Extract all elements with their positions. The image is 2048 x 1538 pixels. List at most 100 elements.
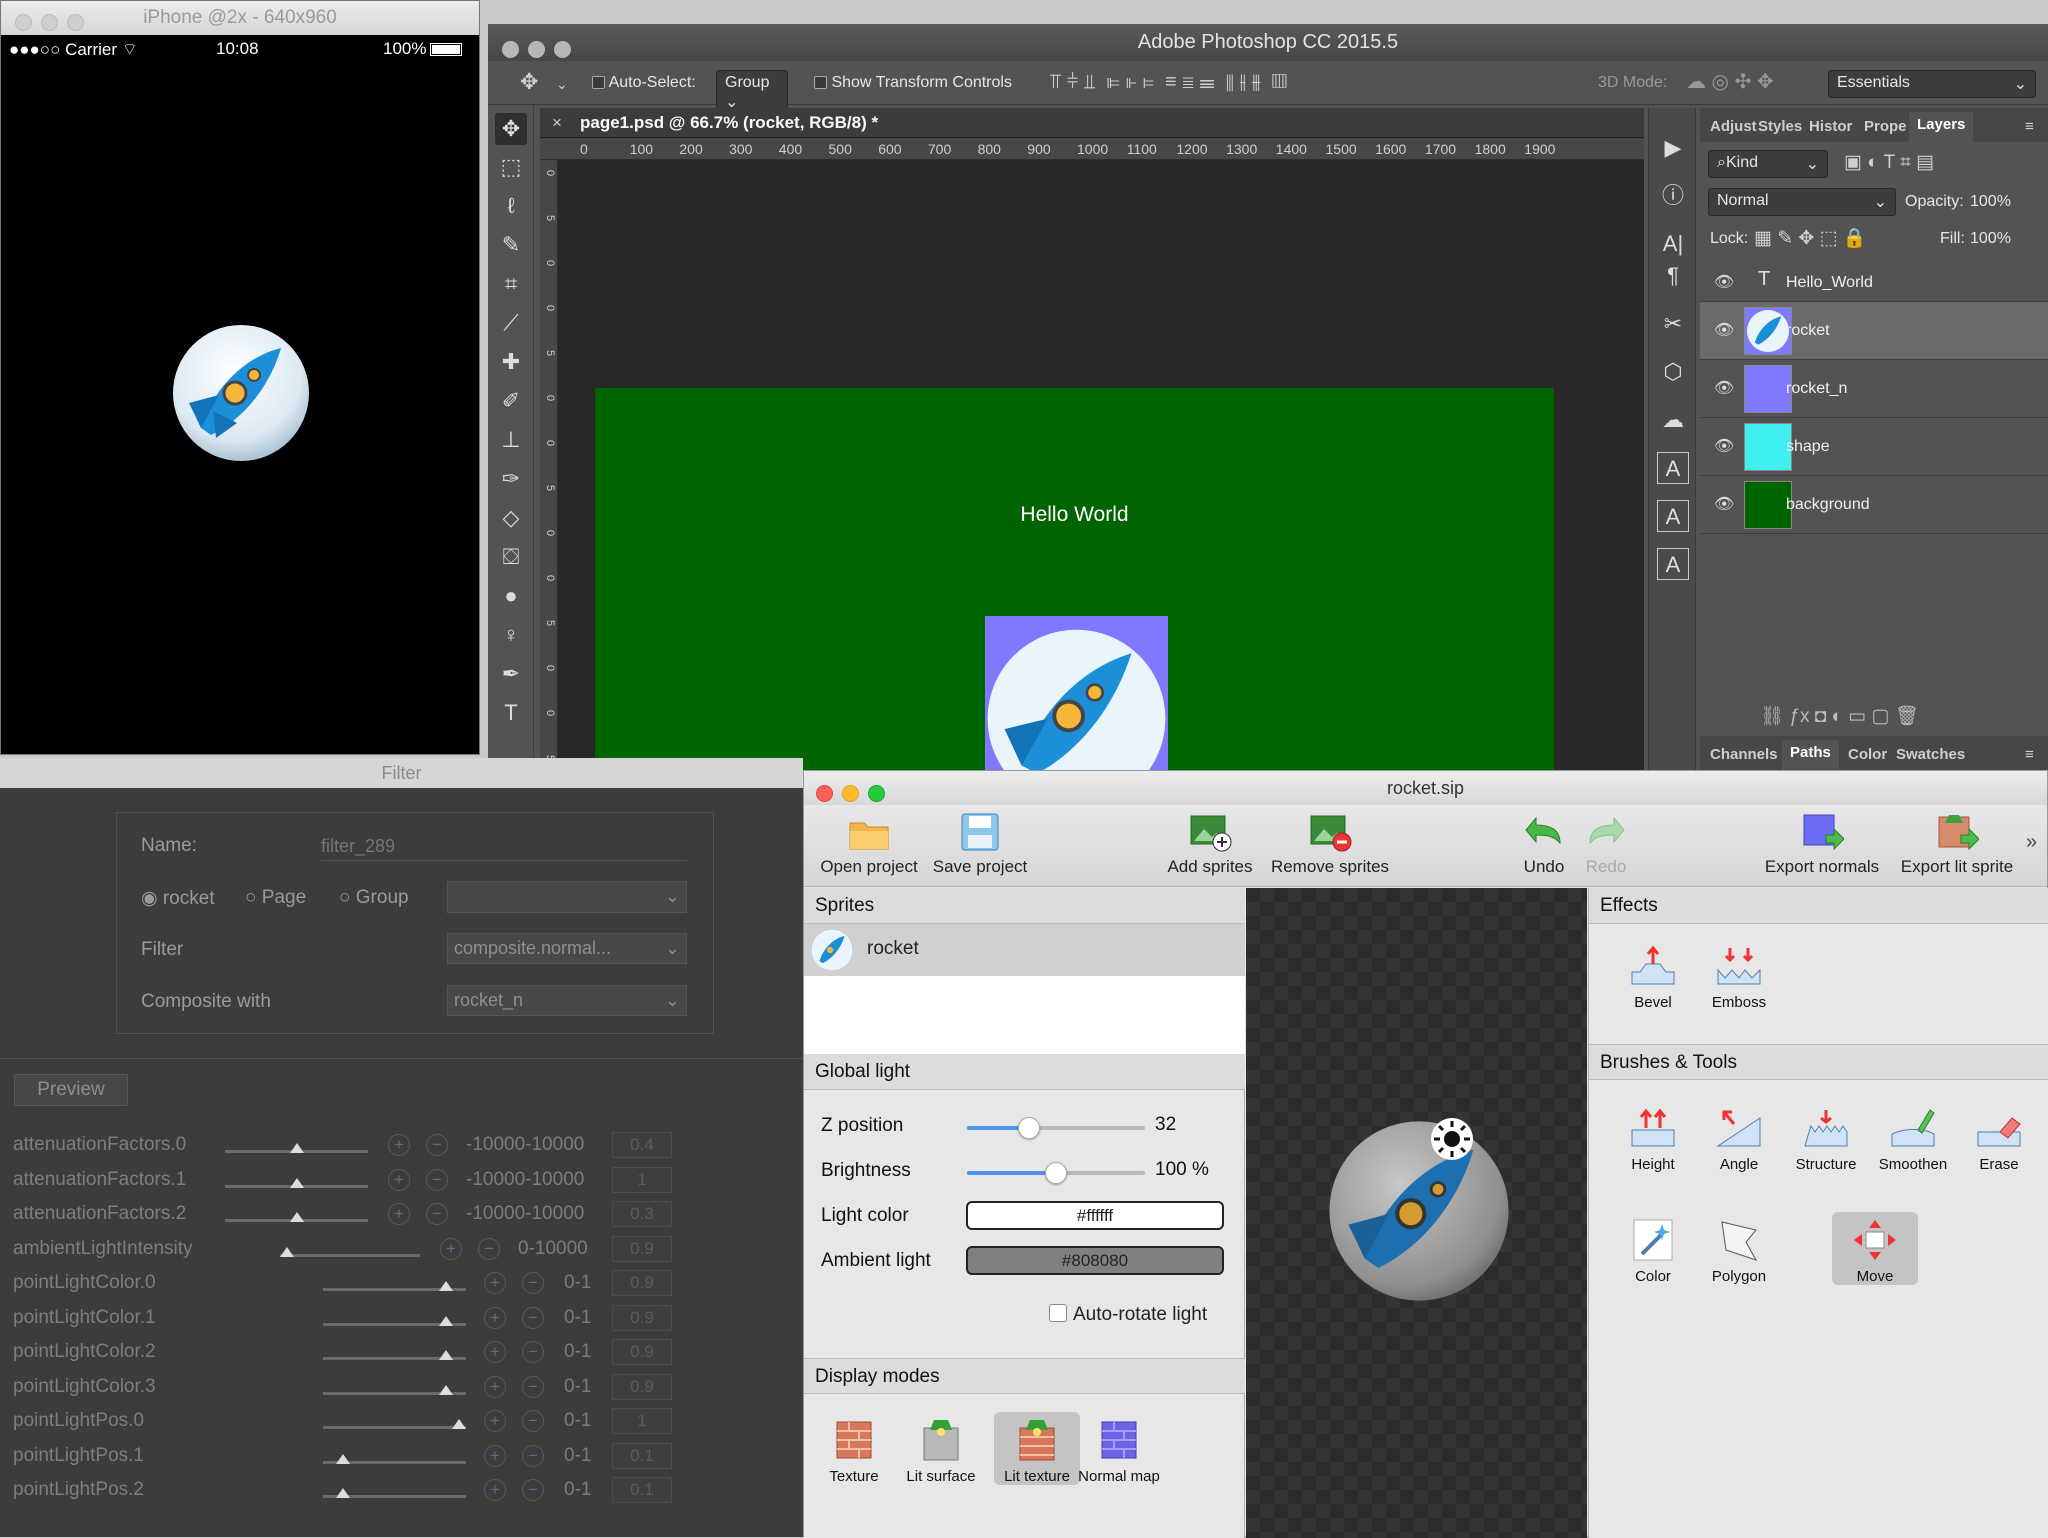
layer-row-rocket-n[interactable]: 👁 rocket_n	[1700, 360, 2048, 418]
structure-brush-button[interactable]: Structure	[1783, 1106, 1869, 1173]
tab-paths[interactable]: Paths	[1782, 740, 1839, 770]
layer-row-background[interactable]: 👁 background	[1700, 476, 2048, 534]
param-value-field[interactable]: 0.4	[612, 1132, 672, 1158]
quick-select-tool-icon[interactable]: ✎	[495, 229, 527, 261]
eye-icon[interactable]: 👁	[1714, 320, 1734, 340]
param-value-field[interactable]: 0.3	[612, 1201, 672, 1227]
param-value-field[interactable]: 0.9	[612, 1373, 672, 1400]
undo-button[interactable]: Undo	[1514, 811, 1574, 877]
paragraph-style-icon[interactable]: A	[1657, 500, 1689, 532]
pen-tool-icon[interactable]: ✒	[495, 658, 527, 690]
dodge-tool-icon[interactable]: ♀	[495, 619, 527, 651]
show-transform-checkbox[interactable]: Show Transform Controls	[814, 74, 1012, 92]
align-icons[interactable]: ⫪ ⫩ ⫫ ⊫ ⊩ ⊨ ≡ ≣ ☰ ⫴ ⫲ ⫵ ▥	[1050, 71, 1287, 93]
3d-icon[interactable]: ⬡	[1657, 356, 1689, 388]
slider-thumb[interactable]	[439, 1350, 454, 1360]
erase-brush-button[interactable]: Erase	[1956, 1106, 2042, 1173]
kind-filter-dropdown[interactable]: ⌕Kind ⌄	[1708, 150, 1828, 178]
param-slider[interactable]	[323, 1350, 466, 1360]
slider-thumb[interactable]	[289, 1143, 304, 1153]
emboss-effect-button[interactable]: Emboss	[1696, 944, 1782, 1011]
sprite-list-item[interactable]: rocket	[804, 924, 1245, 976]
plus-icon[interactable]: +	[440, 1237, 462, 1260]
layer-row-hello-world[interactable]: 👁 T Hello_World	[1700, 262, 2048, 302]
save-project-button[interactable]: Save project	[928, 811, 1032, 877]
tab-styles[interactable]: Styles	[1758, 118, 1802, 135]
param-slider[interactable]	[323, 1281, 466, 1291]
workspace-dropdown[interactable]: Essentials ⌄	[1828, 70, 2036, 98]
slider-thumb[interactable]	[335, 1453, 350, 1464]
slider-thumb[interactable]	[439, 1281, 454, 1291]
slider-thumb[interactable]	[439, 1384, 454, 1395]
healing-tool-icon[interactable]: ✚	[495, 346, 527, 378]
plus-icon[interactable]: +	[484, 1306, 506, 1329]
remove-sprites-button[interactable]: Remove sprites	[1264, 811, 1396, 877]
plus-icon[interactable]: +	[484, 1341, 506, 1363]
panel-menu-icon[interactable]: ≡	[2025, 118, 2034, 135]
close-button[interactable]	[816, 785, 833, 802]
plus-icon[interactable]: +	[484, 1375, 506, 1398]
glyphs-icon[interactable]: A	[1657, 548, 1689, 580]
param-slider[interactable]	[323, 1453, 466, 1464]
eye-icon[interactable]: 👁	[1714, 272, 1734, 292]
lock-icons[interactable]: ▦ ✎ ✥ ⬚ 🔒	[1754, 228, 1867, 250]
scope-rocket-radio[interactable]: ◉ rocket	[141, 887, 215, 910]
plus-icon[interactable]: +	[484, 1410, 506, 1432]
display-mode-texture[interactable]: Texture	[811, 1418, 897, 1485]
minus-icon[interactable]: −	[522, 1479, 544, 1501]
layer-row-shape[interactable]: 👁 shape	[1700, 418, 2048, 476]
brush-tool-icon[interactable]: ✐	[495, 385, 527, 417]
param-slider[interactable]	[323, 1488, 466, 1498]
type-tool-icon[interactable]: T	[495, 697, 527, 729]
param-value-field[interactable]: 0.9	[612, 1235, 672, 1262]
more-toolbar-items[interactable]: »	[2026, 831, 2037, 854]
play-icon[interactable]: ▶	[1657, 132, 1689, 164]
eraser-tool-icon[interactable]: ◇	[495, 502, 527, 534]
close-icon[interactable]: ×	[552, 108, 562, 138]
rocket-layer-canvas[interactable]	[985, 616, 1168, 778]
param-value-field[interactable]: 0.9	[612, 1270, 672, 1296]
sprite-preview-canvas[interactable]	[1246, 888, 1587, 1538]
move-tool-icon[interactable]: ✥	[520, 71, 538, 93]
layer-row-rocket[interactable]: 👁 rocket	[1700, 302, 2048, 360]
param-value-field[interactable]: 0.1	[612, 1442, 672, 1469]
zoom-button[interactable]	[868, 785, 885, 802]
crop-tool-icon[interactable]: ⌗	[495, 268, 527, 300]
open-project-button[interactable]: Open project	[814, 811, 924, 877]
angle-brush-button[interactable]: Angle	[1696, 1106, 1782, 1173]
move-tool-icon[interactable]: ✥	[495, 113, 527, 145]
chevron-down-icon[interactable]: ⌄	[556, 73, 568, 95]
close-button[interactable]	[15, 14, 32, 31]
minimize-button[interactable]	[41, 14, 58, 31]
move-tool-button[interactable]: Move	[1832, 1212, 1918, 1285]
auto-select-checkbox[interactable]: Auto-Select:	[592, 74, 696, 92]
layer-filter-icons[interactable]: ▣ ◐ T ⌗ ▤	[1844, 152, 1934, 174]
group-dropdown[interactable]: ⌄	[447, 881, 687, 913]
minus-icon[interactable]: −	[478, 1237, 500, 1260]
minus-icon[interactable]: −	[522, 1444, 544, 1467]
param-value-field[interactable]: 0.9	[612, 1304, 672, 1331]
tab-layers[interactable]: Layers	[1909, 112, 1974, 142]
scope-group-radio[interactable]: ○ Group	[339, 887, 409, 909]
eye-icon[interactable]: 👁	[1714, 378, 1734, 398]
param-value-field[interactable]: 0.1	[612, 1477, 672, 1503]
lasso-tool-icon[interactable]: ℓ	[495, 190, 527, 222]
minus-icon[interactable]: −	[522, 1341, 544, 1363]
polygon-tool-button[interactable]: Polygon	[1696, 1218, 1782, 1285]
filter-type-dropdown[interactable]: composite.normal... ⌄	[447, 933, 687, 964]
eye-icon[interactable]: 👁	[1714, 494, 1734, 514]
eye-icon[interactable]: 👁	[1714, 436, 1734, 456]
minus-icon[interactable]: −	[426, 1203, 448, 1225]
light-source-icon[interactable]	[1429, 1116, 1475, 1162]
export-normals-button[interactable]: Export normals	[1760, 811, 1884, 877]
height-brush-button[interactable]: Height	[1610, 1106, 1696, 1173]
minus-icon[interactable]: −	[522, 1272, 544, 1294]
minus-icon[interactable]: −	[426, 1168, 448, 1191]
stamp-tool-icon[interactable]: ⊥	[495, 424, 527, 456]
canvas-background-layer[interactable]: Hello World	[595, 388, 1554, 778]
z-position-slider[interactable]	[967, 1117, 1145, 1139]
plus-icon[interactable]: +	[388, 1203, 410, 1225]
character-icon[interactable]: A|	[1657, 228, 1689, 260]
minus-icon[interactable]: −	[522, 1306, 544, 1329]
minimize-button[interactable]	[528, 41, 545, 58]
